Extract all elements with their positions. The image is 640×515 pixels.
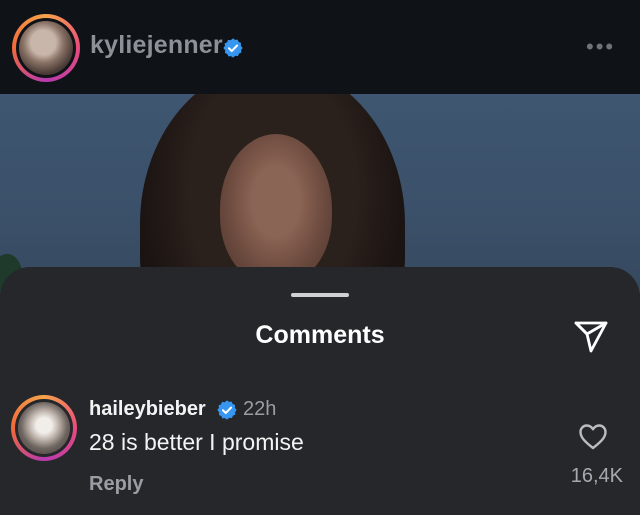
more-horizontal-icon[interactable]: ••• <box>586 35 616 59</box>
sheet-drag-handle[interactable] <box>291 293 349 297</box>
like-count: 16,4K <box>570 465 623 487</box>
comments-sheet: Comments haileybieber 22h 28 is better I… <box>0 267 640 515</box>
reply-button[interactable]: Reply <box>89 473 143 496</box>
avatar-photo <box>18 402 70 454</box>
verified-badge-icon <box>222 37 244 59</box>
send-icon[interactable] <box>571 316 611 356</box>
comment-avatar[interactable] <box>11 395 77 461</box>
post-header: kyliejenner ••• <box>0 0 640 94</box>
avatar-photo <box>19 21 73 75</box>
comment-text: 28 is better I promise <box>89 429 304 455</box>
post-image[interactable] <box>0 94 640 294</box>
verified-badge-icon <box>216 399 238 421</box>
instagram-post-view: kyliejenner ••• Comments haileybieber 22… <box>0 0 640 515</box>
heart-outline-icon[interactable] <box>578 423 608 451</box>
profile-avatar[interactable] <box>12 14 80 82</box>
comment-timestamp: 22h <box>243 398 277 420</box>
sheet-title: Comments <box>255 321 385 349</box>
comment-username[interactable]: haileybieber <box>89 398 206 421</box>
photo-subject-face <box>220 134 332 284</box>
post-username[interactable]: kyliejenner <box>90 31 223 60</box>
